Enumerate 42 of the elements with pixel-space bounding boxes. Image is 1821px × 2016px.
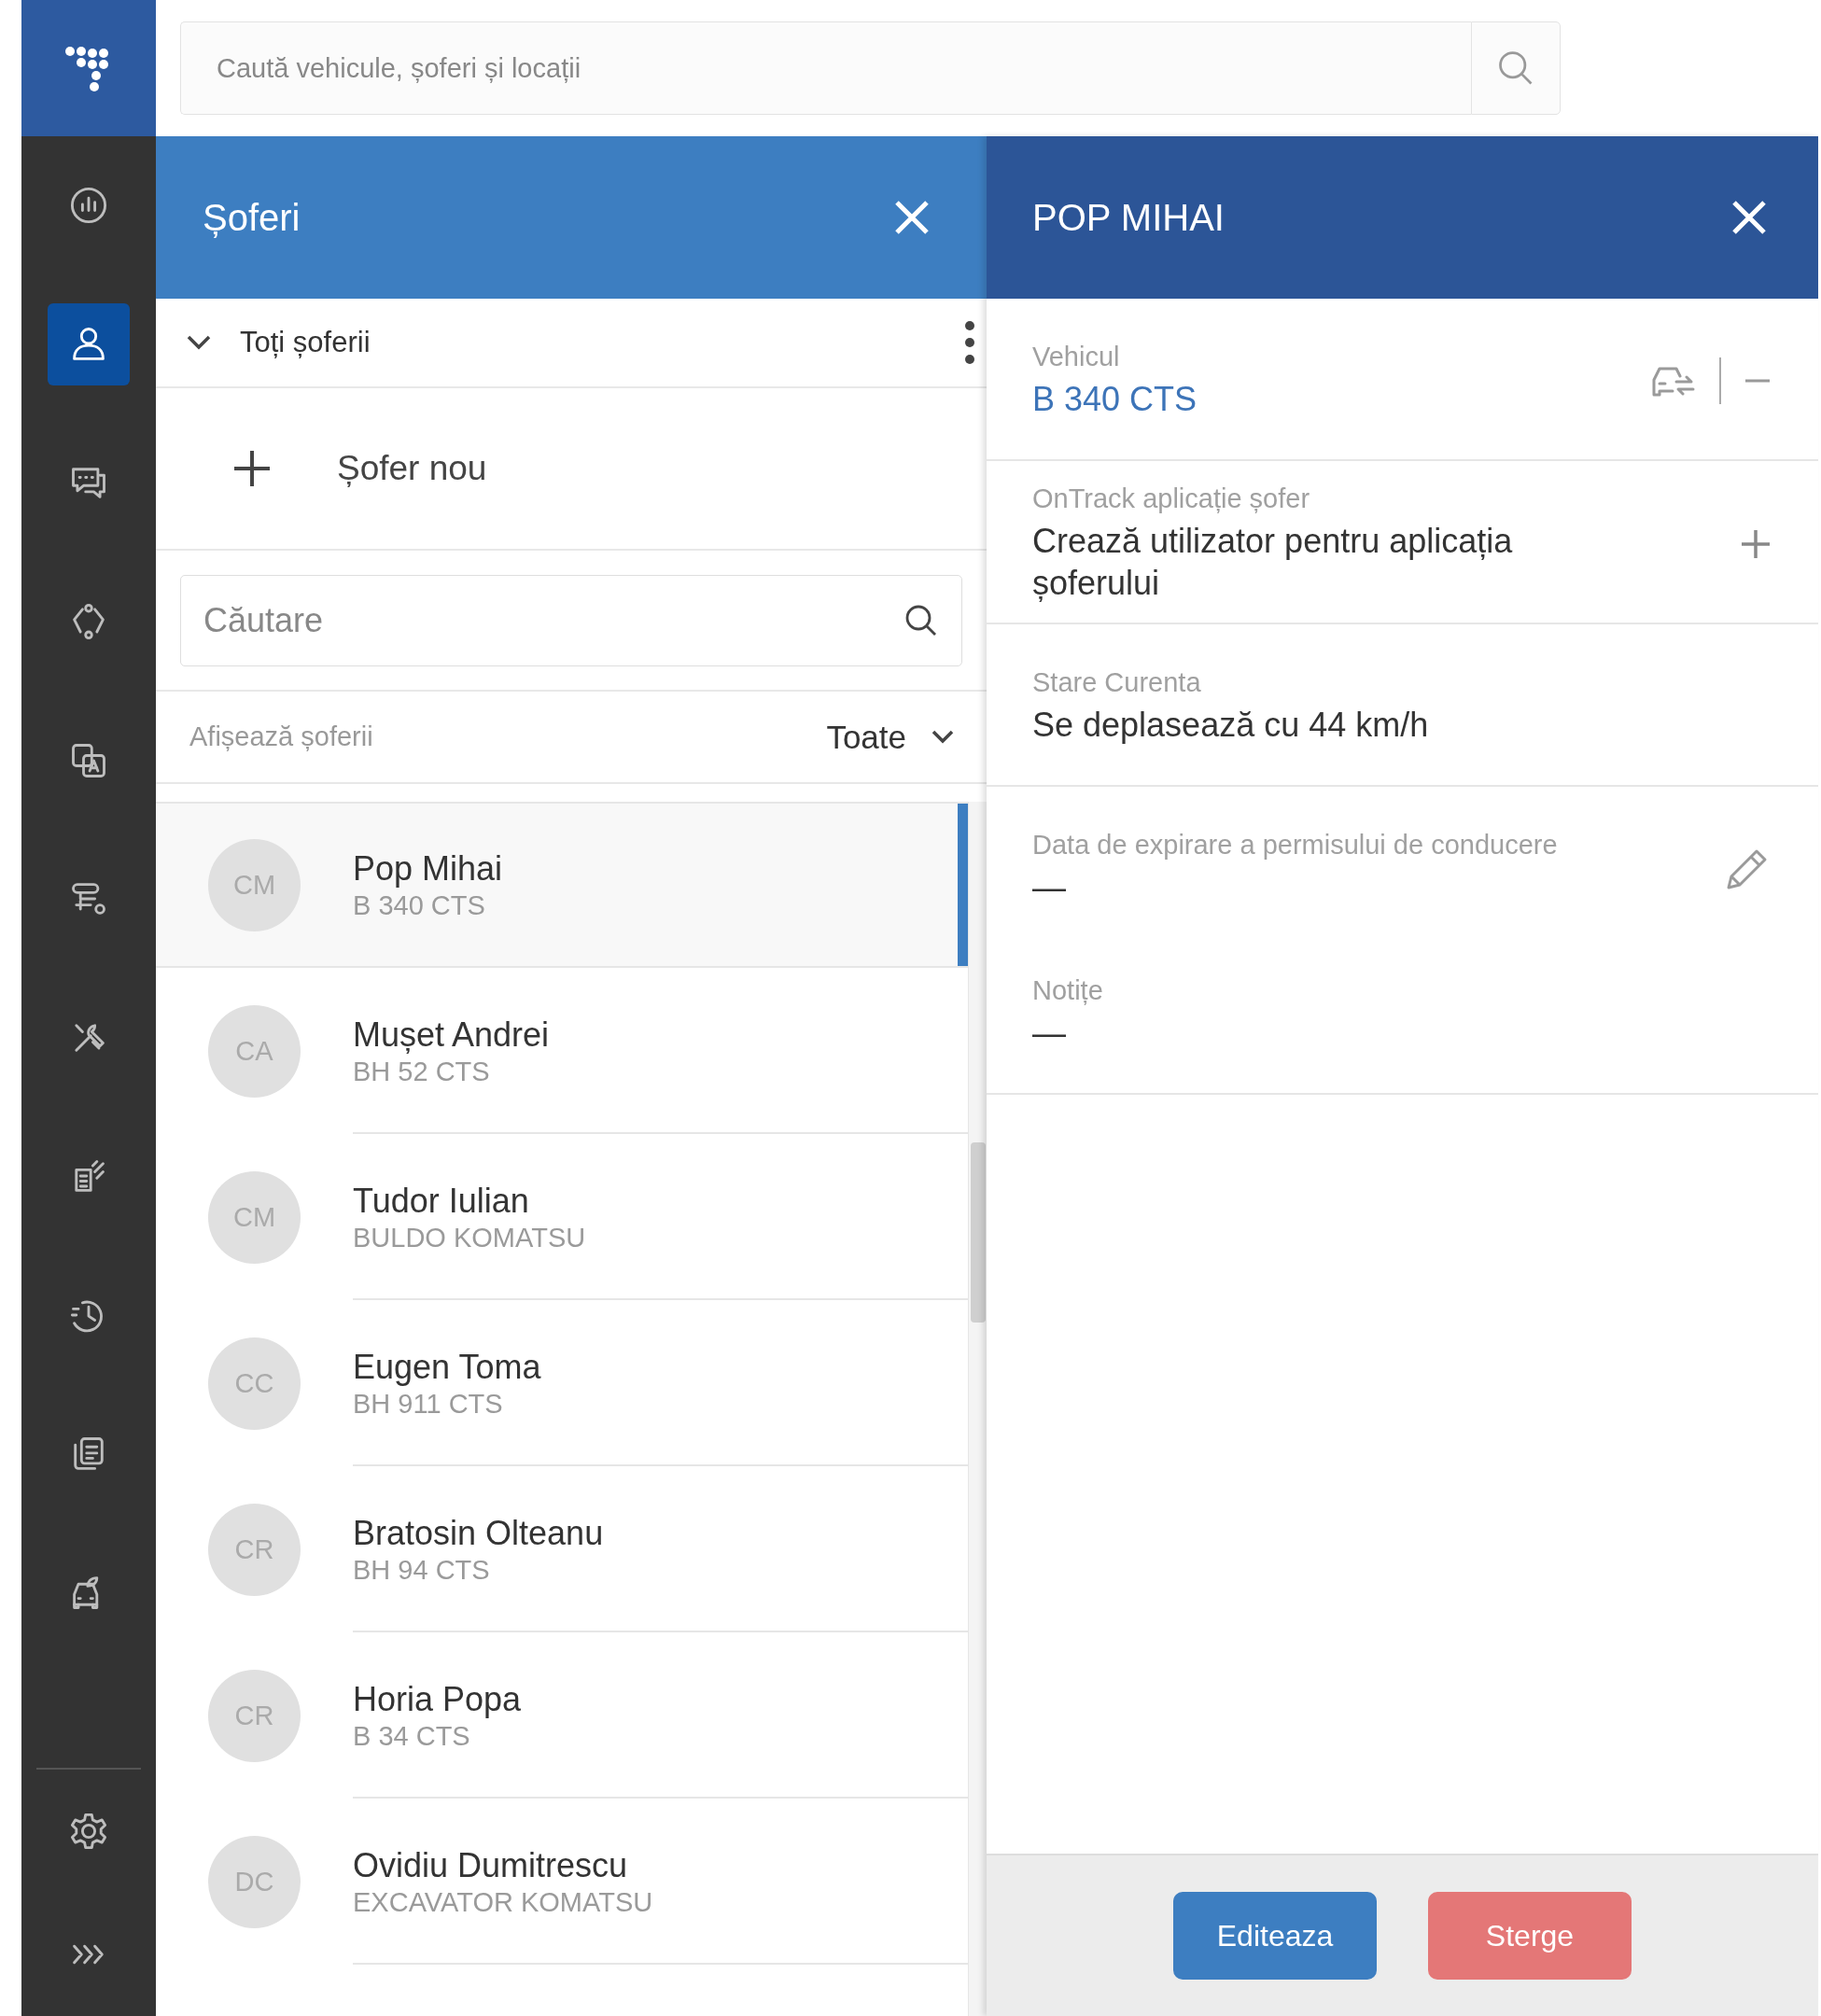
field-value[interactable]: B 340 CTS xyxy=(1032,378,1198,420)
plus-icon[interactable] xyxy=(232,449,272,488)
field-value: — xyxy=(1032,867,1066,908)
driver-vehicle: B 340 CTS xyxy=(353,889,485,921)
filter-dropdown[interactable]: Toate xyxy=(826,718,955,756)
close-icon[interactable] xyxy=(893,199,931,236)
panel-title: POP MIHAI xyxy=(1032,196,1225,239)
field-label: Data de expirare a permisului de conducere xyxy=(1032,830,1558,861)
driver-name: Eugen Toma xyxy=(353,1347,541,1387)
chevron-down-icon xyxy=(931,728,955,746)
search-field[interactable]: Caută vehicule, șoferi și locații xyxy=(180,21,1471,115)
driver-name: Ovidiu Dumitrescu xyxy=(353,1845,628,1885)
more-icon[interactable] xyxy=(964,320,975,365)
field-value: — xyxy=(1032,1013,1066,1054)
driver-vehicle: BULDO KOMATSU xyxy=(353,1222,586,1253)
field-label: OnTrack aplicație șofer xyxy=(1032,483,1310,514)
nav-item[interactable] xyxy=(48,302,130,385)
driver-name: Bratosin Olteanu xyxy=(353,1513,604,1553)
driver-vehicle: BH 94 CTS xyxy=(353,1554,490,1586)
field-label: Notițe xyxy=(1032,975,1103,1006)
chevron-down-icon[interactable] xyxy=(186,333,212,352)
field-label: Vehicul xyxy=(1032,342,1120,372)
driver-name: Horia Popa xyxy=(353,1679,522,1719)
driver-vehicle: EXCAVATOR KOMATSU xyxy=(353,1886,653,1918)
field-label: Stare Curenta xyxy=(1032,667,1201,698)
close-icon[interactable] xyxy=(1730,199,1768,236)
driver-name: Tudor Iulian xyxy=(353,1181,529,1221)
driver-name: Mușet Andrei xyxy=(353,1015,550,1055)
edit-button[interactable]: Editeaza xyxy=(1173,1892,1377,1980)
field-value[interactable]: Crează utilizator pentru aplicația șoferului xyxy=(1032,520,1648,604)
new-driver-link[interactable]: Șofer nou xyxy=(337,449,487,488)
search-field[interactable]: Căutare xyxy=(180,574,962,666)
settings-icon xyxy=(68,1811,109,1852)
driver-name: Pop Mihai xyxy=(353,848,503,889)
field-value: Se deplasează cu 44 km/h xyxy=(1032,705,1429,746)
scrollbar-thumb[interactable] xyxy=(970,1142,986,1323)
panel-title: Șoferi xyxy=(203,196,301,239)
driver-vehicle: BH 52 CTS xyxy=(353,1056,490,1087)
filter-label: Afișează șoferii xyxy=(189,721,374,752)
group-selector[interactable]: Toți șoferii xyxy=(240,326,936,359)
driver-vehicle: B 34 CTS xyxy=(353,1720,470,1752)
driver-vehicle: BH 911 CTS xyxy=(353,1388,503,1420)
